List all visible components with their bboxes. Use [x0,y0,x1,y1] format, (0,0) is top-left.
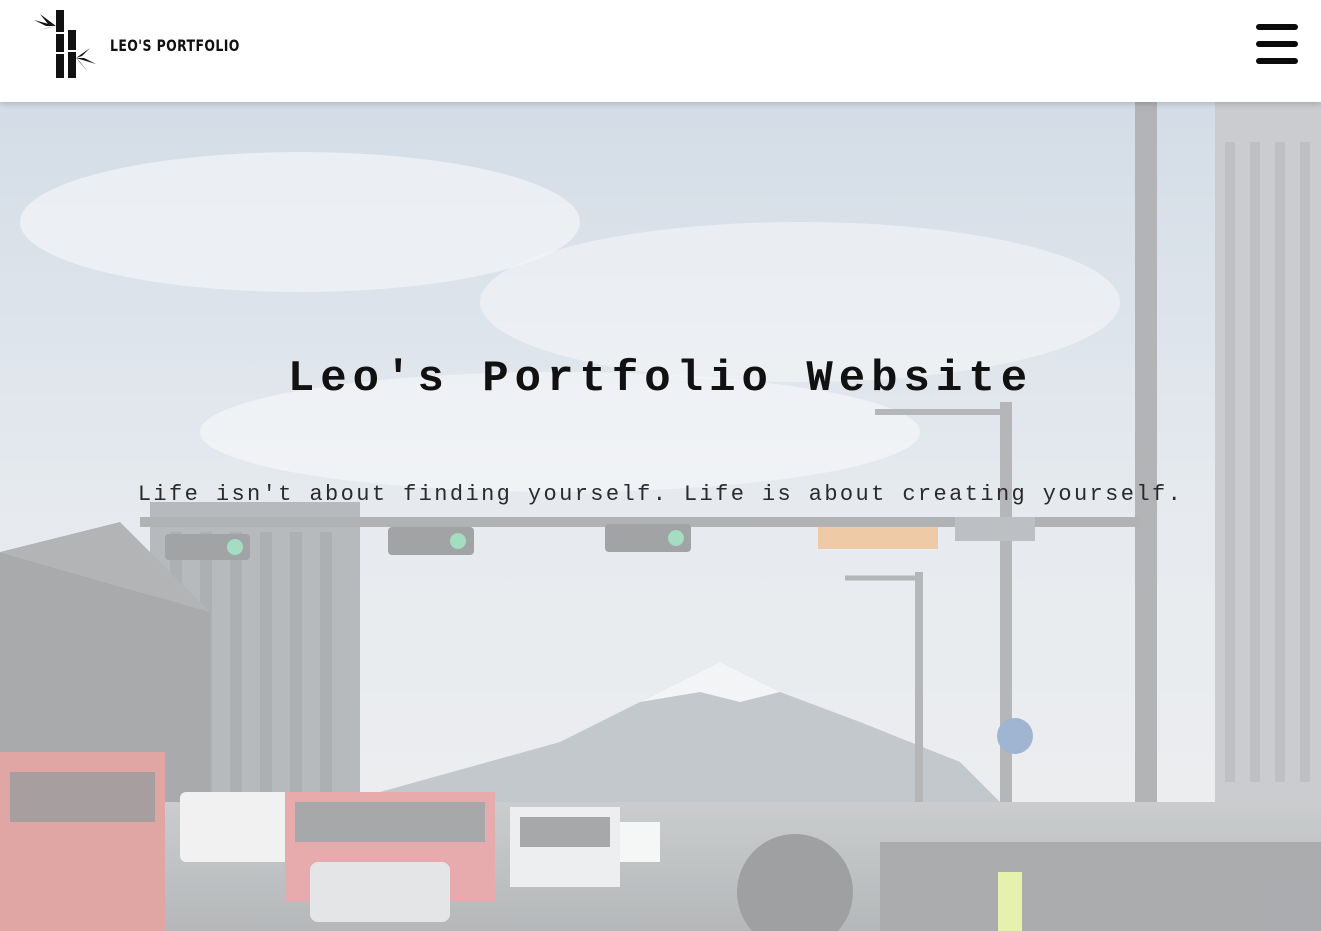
hamburger-bar-middle [1256,41,1298,47]
hamburger-menu-icon [1256,24,1298,30]
hero-section: Leo's Portfolio Website Life isn't about… [0,102,1321,931]
hero-title: Leo's Portfolio Website [287,354,1034,404]
site-header: LEO'S PORTFOLIO [0,0,1321,102]
hero-quote: Life isn't about finding yourself. Life … [137,482,1184,507]
brand-home-link[interactable]: LEO'S PORTFOLIO [30,8,276,80]
hamburger-menu-button[interactable] [1255,24,1299,64]
hamburger-bar-bottom [1256,58,1298,64]
brand-name: LEO'S PORTFOLIO [110,35,240,55]
bamboo-logo-icon [34,10,96,78]
hero-overlay [0,102,1321,931]
